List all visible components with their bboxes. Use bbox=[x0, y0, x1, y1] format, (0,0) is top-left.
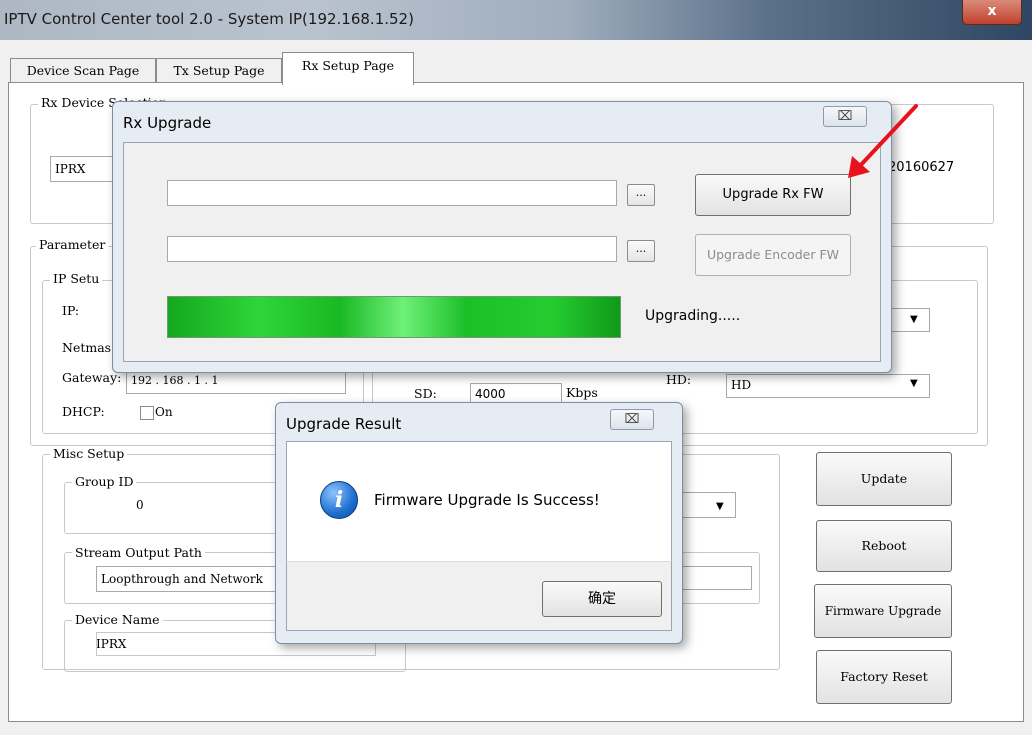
red-arrow-icon bbox=[848, 104, 918, 178]
ip-label: IP: bbox=[62, 303, 80, 318]
upgrade-encoder-fw-button[interactable]: Upgrade Encoder FW bbox=[695, 234, 851, 276]
upgrade-rx-fw-button[interactable]: Upgrade Rx FW bbox=[695, 174, 851, 216]
hd-select-value: HD bbox=[731, 378, 752, 392]
upper-chevron-down-icon[interactable]: ▼ bbox=[910, 314, 918, 325]
group-id-value[interactable]: 0 bbox=[136, 498, 144, 512]
group-id-label: Group ID bbox=[72, 474, 137, 489]
encoder-fw-browse-button[interactable]: ... bbox=[627, 240, 655, 262]
hd-select[interactable]: HD bbox=[726, 374, 930, 398]
upgrade-status-text: Upgrading..... bbox=[645, 308, 741, 324]
rx-device-select[interactable]: IPRX bbox=[50, 156, 120, 182]
gateway-label: Gateway: bbox=[62, 370, 122, 385]
tab-tx-setup[interactable]: Tx Setup Page bbox=[156, 58, 282, 83]
tab-rx-setup[interactable]: Rx Setup Page bbox=[282, 52, 414, 85]
rx-fw-file-input[interactable] bbox=[167, 180, 617, 206]
rx-fw-browse-button[interactable]: ... bbox=[627, 184, 655, 206]
upgrade-result-title: Upgrade Result bbox=[286, 415, 402, 433]
misc-chevron-down-icon[interactable]: ▼ bbox=[716, 501, 724, 512]
rx-upgrade-dialog: Rx Upgrade ⌧ ... Upgrade Rx FW ... Upgra… bbox=[112, 101, 892, 373]
gateway-input[interactable]: 192 . 168 . 1 . 1 bbox=[126, 370, 346, 394]
group-id-group bbox=[64, 482, 306, 534]
device-name-label: Device Name bbox=[72, 612, 163, 627]
stream-output-path-label: Stream Output Path bbox=[72, 545, 205, 560]
reboot-button[interactable]: Reboot bbox=[816, 520, 952, 572]
dhcp-on-label: On bbox=[155, 405, 173, 419]
upgrade-result-dialog: Upgrade Result ⌧ i Firmware Upgrade Is S… bbox=[275, 402, 683, 644]
upgrade-result-message: Firmware Upgrade Is Success! bbox=[374, 491, 600, 509]
info-icon: i bbox=[320, 481, 358, 519]
firmware-upgrade-button[interactable]: Firmware Upgrade bbox=[814, 584, 952, 638]
ip-setup-label: IP Setu bbox=[50, 271, 103, 286]
upgrade-progress-bar bbox=[167, 296, 621, 338]
parameter-label: Parameter bbox=[36, 237, 109, 252]
sd-label: SD: bbox=[414, 386, 437, 401]
misc-setup-label: Misc Setup bbox=[50, 446, 128, 461]
upgrade-progress-fill bbox=[168, 297, 620, 337]
ok-button[interactable]: 确定 bbox=[542, 581, 662, 617]
window-close-button[interactable]: x bbox=[962, 0, 1022, 25]
upgrade-result-close-icon[interactable]: ⌧ bbox=[610, 409, 654, 430]
hd-label: HD: bbox=[666, 372, 692, 387]
rx-upgrade-dialog-title: Rx Upgrade bbox=[123, 114, 212, 132]
kbps-label: Kbps bbox=[566, 385, 598, 400]
stream-output-path-select[interactable]: Loopthrough and Network bbox=[96, 566, 292, 592]
netmask-label: Netmas bbox=[62, 340, 112, 355]
dhcp-checkbox[interactable] bbox=[140, 406, 154, 420]
factory-reset-button[interactable]: Factory Reset bbox=[816, 650, 952, 704]
dhcp-label: DHCP: bbox=[62, 404, 105, 419]
window-title: IPTV Control Center tool 2.0 - System IP… bbox=[4, 10, 414, 28]
update-button[interactable]: Update bbox=[816, 452, 952, 506]
tab-device-scan[interactable]: Device Scan Page bbox=[10, 58, 156, 83]
encoder-fw-file-input[interactable] bbox=[167, 236, 617, 262]
title-bar: IPTV Control Center tool 2.0 - System IP… bbox=[0, 0, 1032, 40]
hd-chevron-down-icon[interactable]: ▼ bbox=[910, 378, 918, 389]
